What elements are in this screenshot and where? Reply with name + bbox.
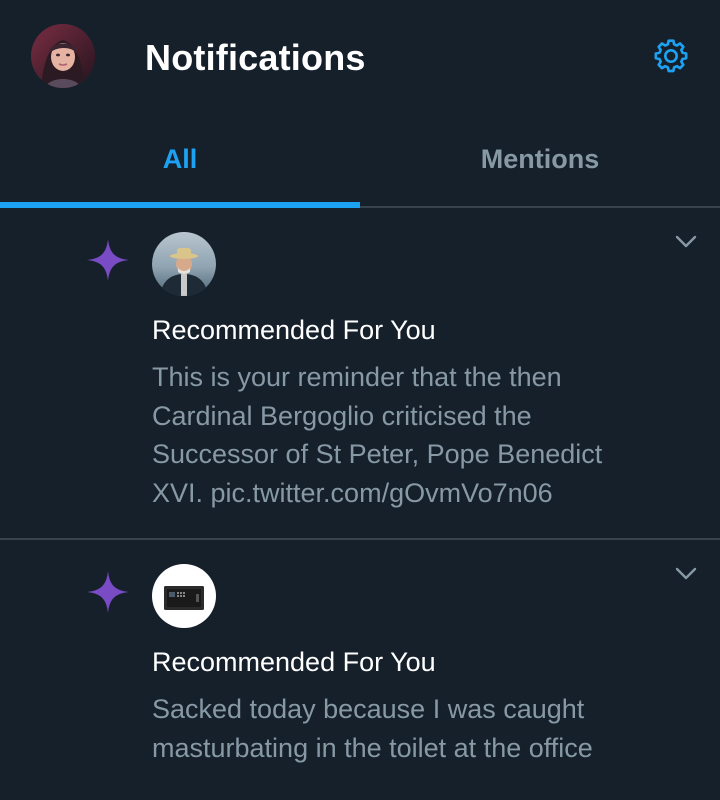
profile-avatar[interactable]: [31, 24, 95, 88]
notification-heading: Recommended For You: [152, 315, 436, 345]
body-line: Sacked today because I was caught: [152, 694, 585, 724]
body-line: masturbating in the toilet at the office: [152, 732, 593, 763]
tab-all[interactable]: All: [0, 112, 360, 208]
tab-mentions-label: Mentions: [480, 143, 600, 174]
avatar[interactable]: [152, 564, 216, 628]
notification-item[interactable]: Recommended For You Sacked today because…: [0, 540, 720, 800]
settings-button[interactable]: [648, 33, 694, 79]
notification-item[interactable]: Recommended For You This is your reminde…: [0, 208, 720, 540]
more-options-button[interactable]: [670, 558, 702, 590]
avatar-image: [152, 564, 216, 628]
gear-icon: [654, 39, 688, 73]
chevron-down-icon: [675, 235, 697, 248]
tab-mentions[interactable]: Mentions: [360, 112, 720, 206]
page-title: Notifications: [145, 37, 366, 78]
sparkle-icon: [87, 571, 129, 613]
chevron-down-icon: [675, 567, 697, 580]
avatar-image: [152, 232, 216, 296]
body-line: This is your reminder that the then: [152, 362, 562, 392]
tab-bar: All Mentions: [0, 112, 720, 208]
tab-all-label: All: [162, 143, 198, 174]
notification-body: Sacked today because I was caught mastur…: [152, 690, 692, 767]
avatar[interactable]: [152, 232, 216, 296]
sparkle-icon: [87, 239, 129, 281]
body-line-with-link[interactable]: XVI. pic.twitter.com/gOvmVo7n06: [152, 474, 692, 513]
notification-heading: Recommended For You: [152, 647, 436, 677]
profile-avatar-image: [31, 24, 95, 88]
body-line: Cardinal Bergoglio criticised the: [152, 400, 532, 431]
more-options-button[interactable]: [670, 226, 702, 258]
header: Notifications: [0, 0, 720, 112]
notification-body: This is your reminder that the then Card…: [152, 358, 692, 512]
body-line: Successor of St Peter, Pope Benedict: [152, 439, 603, 469]
